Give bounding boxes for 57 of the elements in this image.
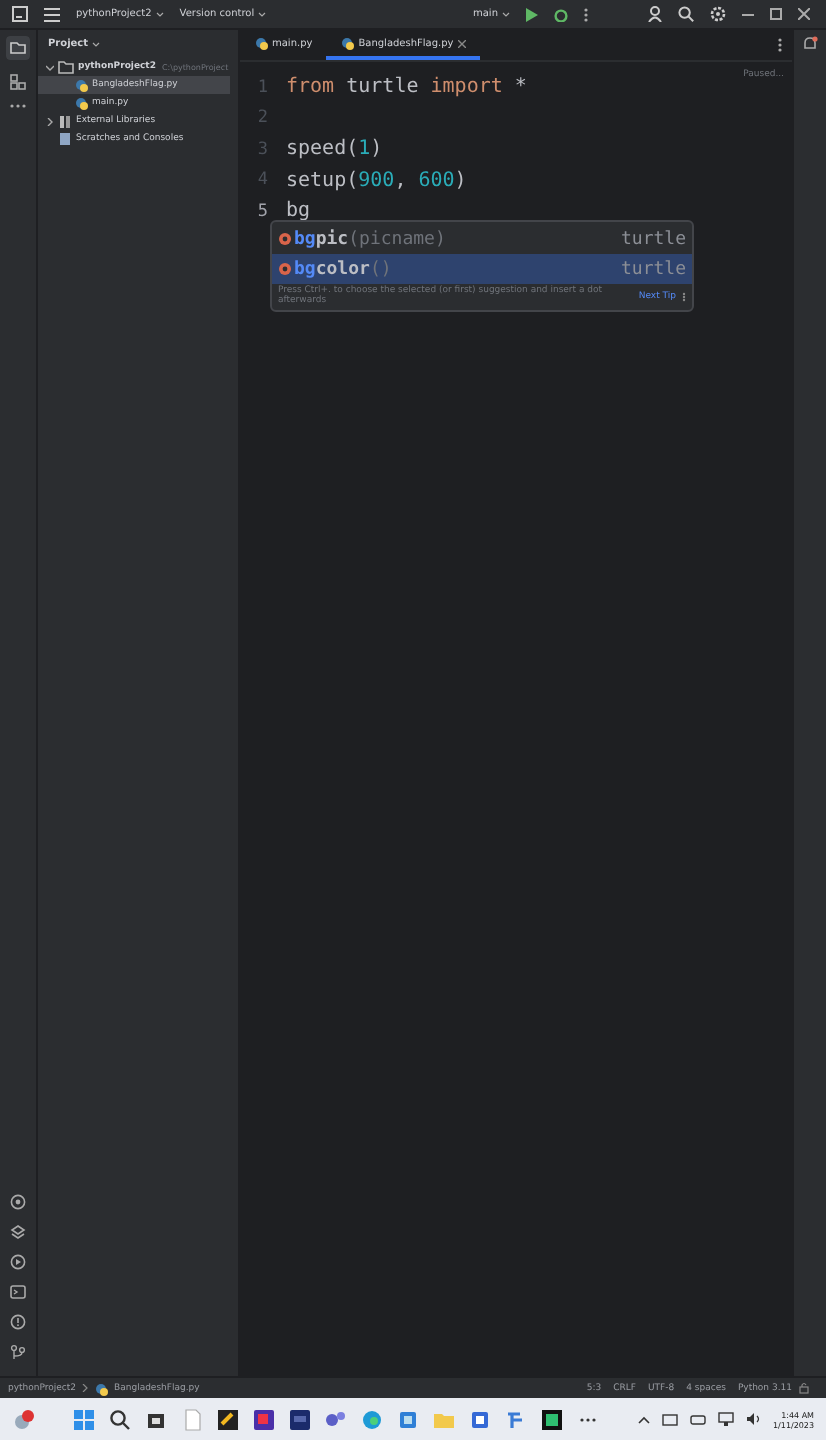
python-file-icon — [254, 36, 268, 50]
search-icon[interactable] — [108, 1407, 133, 1431]
python-packages-icon[interactable] — [10, 1194, 26, 1210]
function-icon — [278, 262, 292, 276]
user-icon[interactable] — [648, 6, 662, 22]
line-number: 5 — [255, 201, 268, 222]
monitor-icon[interactable] — [661, 1413, 677, 1425]
team-chat-icon[interactable] — [324, 1407, 349, 1431]
start-icon[interactable] — [72, 1407, 97, 1431]
settings-icon[interactable] — [710, 6, 726, 22]
caret-icon — [92, 41, 101, 47]
function-icon — [278, 232, 292, 246]
chevron-up-icon[interactable] — [637, 1415, 649, 1423]
app-icon[interactable] — [216, 1407, 241, 1431]
caret-icon — [258, 11, 267, 17]
completion-item[interactable]: bgcolor() turtle — [272, 254, 692, 284]
app-logo-icon — [12, 6, 28, 22]
maximize-icon[interactable] — [770, 8, 782, 20]
chevron-down-icon[interactable] — [46, 63, 54, 71]
debug-icon[interactable] — [554, 7, 568, 21]
python-file-icon — [340, 36, 355, 50]
code-line: setup(900, 600) — [286, 169, 467, 192]
services-icon[interactable] — [10, 1254, 26, 1270]
completion-item[interactable]: bgpic(picname) turtle — [272, 224, 692, 254]
search-icon[interactable] — [678, 6, 694, 22]
run-icon[interactable] — [526, 7, 538, 21]
volume-icon[interactable] — [745, 1412, 761, 1426]
caret-icon — [502, 11, 510, 17]
code-line: speed(1) — [286, 138, 383, 161]
app-icon[interactable] — [252, 1407, 277, 1431]
close-icon[interactable] — [457, 39, 466, 47]
network-icon[interactable] — [717, 1412, 733, 1426]
chevron-right-icon — [82, 1384, 89, 1392]
menu-icon[interactable] — [44, 7, 60, 21]
scratch-file-icon — [58, 132, 72, 146]
app-icon[interactable] — [288, 1407, 313, 1431]
browser-icon[interactable] — [360, 1407, 385, 1431]
chevron-right-icon[interactable] — [46, 117, 54, 125]
problems-icon[interactable] — [10, 1314, 26, 1330]
caret-icon — [155, 11, 164, 17]
structure-icon[interactable] — [10, 74, 26, 90]
notifications-icon[interactable] — [802, 36, 818, 52]
layers-icon[interactable] — [10, 1224, 26, 1240]
lock-icon[interactable] — [798, 1382, 810, 1394]
drive-icon[interactable] — [689, 1413, 705, 1425]
app-icon[interactable] — [540, 1407, 565, 1431]
minimize-icon[interactable] — [742, 8, 754, 20]
folder-icon[interactable] — [6, 36, 30, 60]
code-line: from turtle import * — [286, 76, 527, 99]
close-icon[interactable] — [798, 8, 810, 20]
store-icon[interactable] — [396, 1407, 421, 1431]
python-file-icon — [94, 1381, 109, 1395]
git-icon[interactable] — [10, 1344, 26, 1360]
folder-icon — [58, 60, 74, 74]
library-icon — [58, 114, 72, 128]
terminal-icon[interactable] — [10, 1284, 26, 1300]
code-line: bg — [286, 200, 311, 223]
